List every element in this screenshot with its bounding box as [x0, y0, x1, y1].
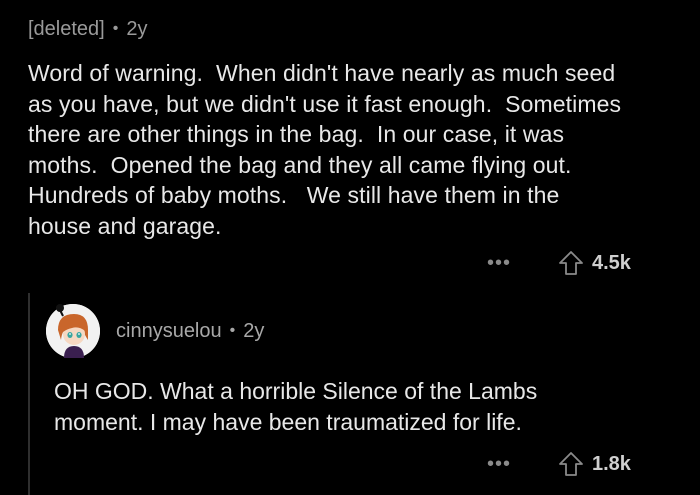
avatar-image — [46, 304, 100, 358]
comment-thread: [deleted] • 2y Word of warning. When did… — [0, 0, 700, 495]
parent-comment-meta: [deleted] • 2y — [28, 14, 678, 44]
parent-comment: [deleted] • 2y Word of warning. When did… — [28, 14, 678, 241]
parent-comment-actions: ••• 4.5k — [484, 248, 631, 278]
reply-age: 2y — [243, 319, 265, 342]
parent-upvote-count: 4.5k — [592, 251, 631, 274]
parent-comment-body: Word of warning. When didn't have nearly… — [28, 60, 628, 239]
meta-separator: • — [112, 20, 119, 37]
avatar[interactable] — [46, 304, 100, 358]
parent-age: 2y — [126, 17, 148, 40]
reply-meta: cinnysuelou • 2y — [116, 320, 264, 343]
meta-separator: • — [229, 322, 236, 339]
reply-author[interactable]: cinnysuelou — [116, 320, 222, 343]
parent-upvote-button[interactable]: 4.5k — [558, 250, 631, 276]
reply-upvote-button[interactable]: 1.8k — [558, 451, 631, 477]
more-options-icon[interactable]: ••• — [484, 454, 514, 474]
thread-line[interactable] — [28, 293, 30, 495]
upvote-arrow-icon — [559, 251, 583, 275]
reply-comment: cinnysuelou • 2y OH GOD. What a horrible… — [46, 296, 676, 438]
reply-upvote-count: 1.8k — [592, 452, 631, 475]
reply-comment-body: OH GOD. What a horrible Silence of the L… — [54, 378, 538, 435]
upvote-arrow-icon — [559, 452, 583, 476]
more-options-icon[interactable]: ••• — [484, 253, 514, 273]
parent-author[interactable]: [deleted] — [28, 18, 105, 41]
reply-header: cinnysuelou • 2y — [46, 296, 676, 366]
reply-comment-actions: ••• 1.8k — [484, 449, 631, 479]
